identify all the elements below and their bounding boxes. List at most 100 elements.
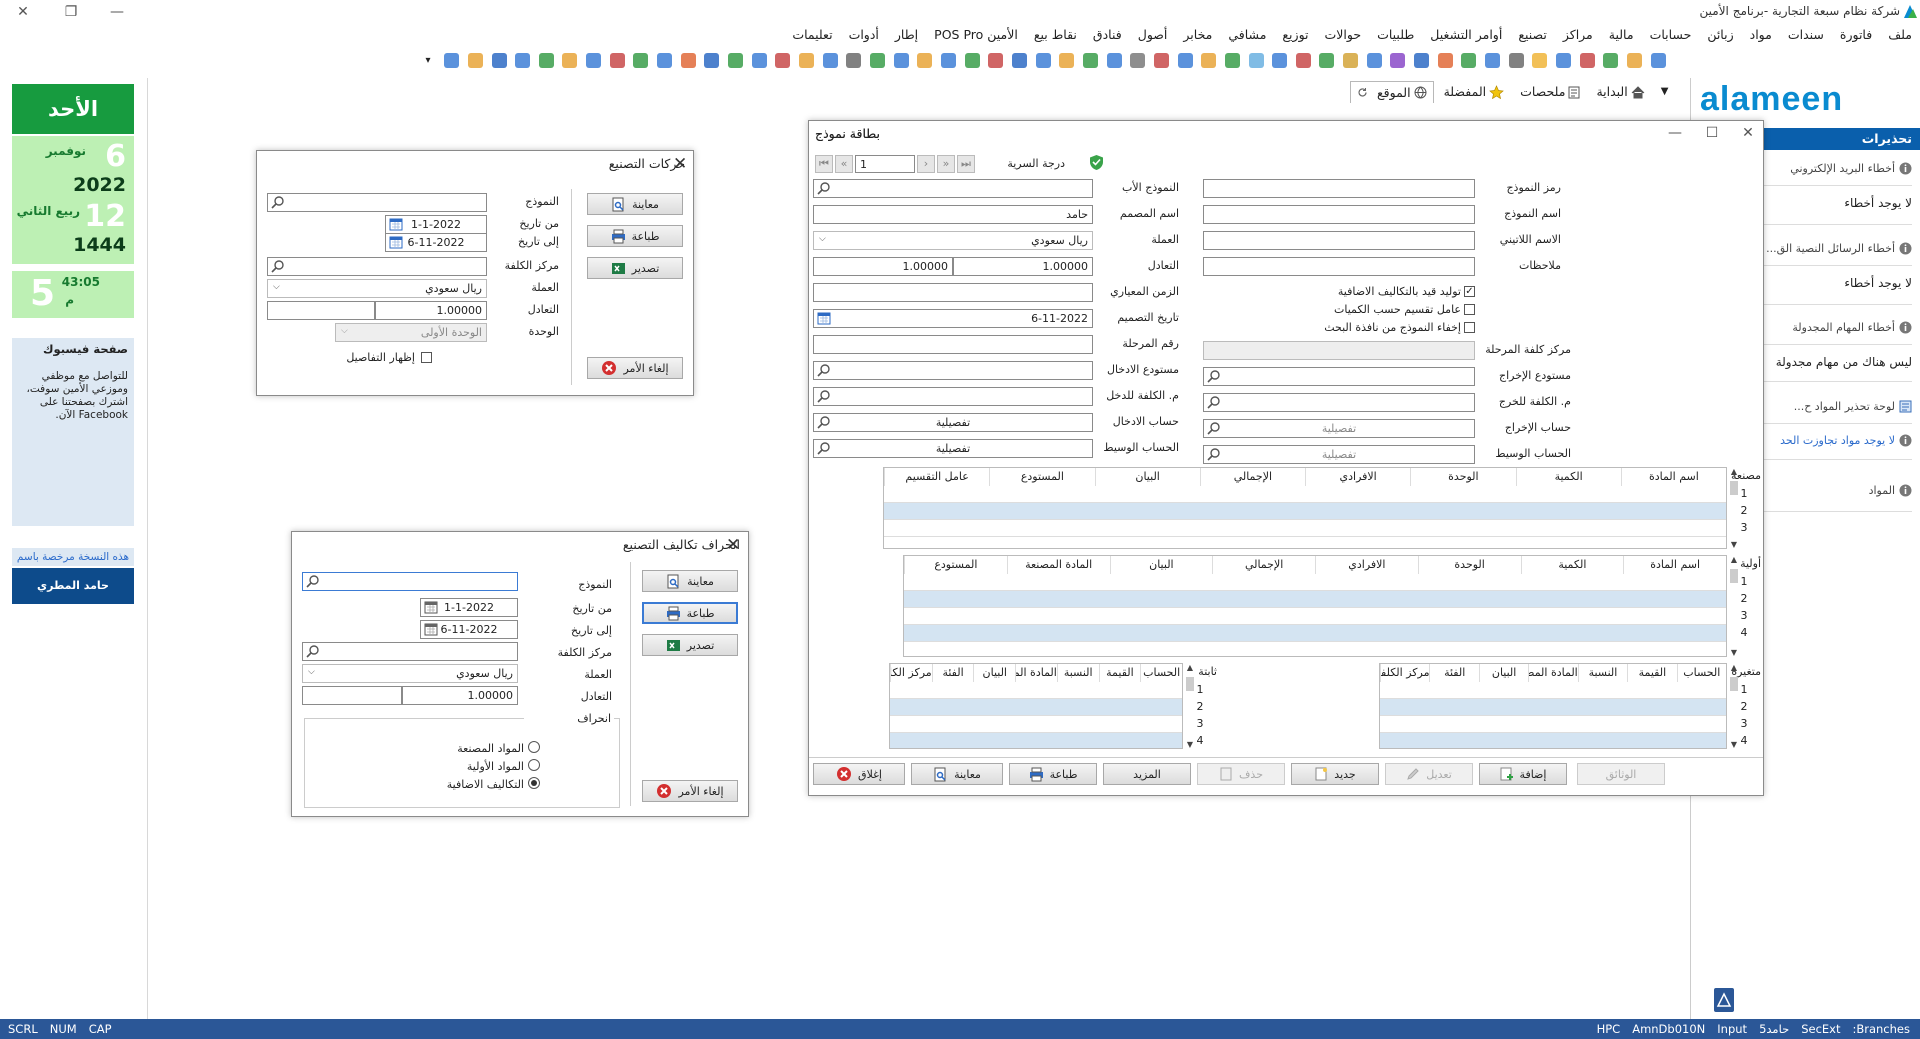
chk1-checkbox[interactable]: ✓ [1464, 286, 1475, 297]
close-app-icon[interactable]: ✕ [12, 2, 34, 22]
model-input[interactable] [302, 572, 518, 591]
grid-column-header[interactable]: الفئة [1429, 664, 1478, 682]
search-icon[interactable] [817, 415, 831, 429]
close-icon[interactable]: ✕ [1737, 123, 1759, 143]
grid-column-header[interactable]: الافرادي [1315, 556, 1418, 574]
next-record-icon[interactable]: › [917, 155, 935, 173]
menu-item[interactable]: أدوات [841, 24, 887, 46]
search-icon[interactable] [1207, 447, 1221, 461]
grid-column-header[interactable]: الوحدة [1417, 556, 1521, 574]
toolbar-button[interactable] [560, 50, 580, 70]
opt-extra-radio[interactable] [528, 777, 540, 789]
table-row[interactable] [904, 574, 1726, 591]
search-icon[interactable] [1207, 395, 1221, 409]
preview-button[interactable]: معاينة [911, 763, 1003, 785]
print-button[interactable]: طباعة [587, 225, 683, 247]
toolbar-button[interactable] [1506, 50, 1526, 70]
table-row[interactable] [1380, 699, 1726, 716]
tab-notes[interactable]: ملحصات [1514, 81, 1586, 103]
search-icon[interactable] [817, 441, 831, 455]
menu-item[interactable]: مالية [1601, 24, 1642, 46]
rate-input-secondary[interactable]: 1.00000 [813, 257, 953, 276]
grid-column-header[interactable]: الحساب [1140, 664, 1182, 682]
facebook-box[interactable]: صفحة فيسبوك للتواصل مع موظفي وموزعي الأم… [12, 338, 134, 526]
rate-input-secondary[interactable] [267, 301, 375, 320]
toolbar-button[interactable] [1388, 50, 1408, 70]
toolbar-button[interactable] [1577, 50, 1597, 70]
panel-collapse-button[interactable] [1714, 988, 1734, 1012]
grid-column-header[interactable]: البيان [1478, 664, 1528, 682]
toolbar-button[interactable] [1364, 50, 1384, 70]
grid-column-header[interactable]: المستودع [904, 556, 1007, 574]
menu-item[interactable]: طلبيات [1369, 24, 1422, 46]
notes-input[interactable] [1203, 257, 1475, 276]
toolbar-button[interactable] [1270, 50, 1290, 70]
currency-select[interactable]: ريال سعودي [267, 279, 487, 298]
table-row[interactable] [890, 733, 1182, 748]
print-button[interactable]: طباعة [1009, 763, 1097, 785]
toolbar-button[interactable] [1435, 50, 1455, 70]
calendar-icon[interactable] [389, 235, 403, 249]
grid-column-header[interactable]: الوحدة [1410, 468, 1515, 486]
tab-refresh-icon[interactable] [1357, 87, 1368, 98]
next-page-icon[interactable]: » [937, 155, 955, 173]
search-icon[interactable] [271, 195, 285, 209]
mid-acc-right-input[interactable]: تفصيلية [1203, 445, 1475, 464]
scrollbar[interactable]: ▲ ▼ [1729, 555, 1739, 657]
table-row[interactable] [890, 699, 1182, 716]
preview-button[interactable]: معاينة [587, 193, 683, 215]
menu-item[interactable]: زبائن [1699, 24, 1741, 46]
grid-column-header[interactable]: النسبة [1056, 664, 1099, 682]
menu-item[interactable]: إطار [887, 24, 926, 46]
grid-column-header[interactable]: البيان [1094, 468, 1200, 486]
export-button[interactable]: تصدير [642, 634, 738, 656]
toolbar-button[interactable] [607, 50, 627, 70]
search-icon[interactable] [817, 363, 831, 377]
menu-item[interactable]: أوامر التشغيل [1422, 24, 1510, 46]
grid-table[interactable]: الحسابالقيمةالنسبةالمادة المصنعةالبيانال… [1379, 663, 1727, 749]
grid-column-header[interactable]: البيان [1109, 556, 1213, 574]
grid-column-header[interactable]: الكمية [1520, 556, 1624, 574]
cancel-button[interactable]: إلغاء الأمر [642, 780, 738, 802]
search-icon[interactable] [1207, 369, 1221, 383]
out-cc-input[interactable] [1203, 393, 1475, 412]
toolbar-button[interactable] [891, 50, 911, 70]
search-icon[interactable] [306, 574, 320, 588]
grid-column-header[interactable]: النسبة [1577, 664, 1627, 682]
opt-raw-radio[interactable] [528, 759, 540, 771]
grid-column-header[interactable]: المادة المصنعة [1015, 664, 1057, 682]
mid-acc-left-input[interactable]: تفصيلية [813, 439, 1093, 458]
page-input[interactable]: 1 [855, 155, 915, 173]
toolbar-button[interactable] [939, 50, 959, 70]
add-button[interactable]: إضافة [1479, 763, 1567, 785]
grid-column-header[interactable]: الإجمالي [1212, 556, 1315, 574]
toolbar-button[interactable] [1341, 50, 1361, 70]
toolbar-button[interactable] [915, 50, 935, 70]
grid-table[interactable]: اسم المادة الكمية الوحدة الافرادي الإجمالي ال… [883, 467, 1727, 549]
tab-home[interactable]: البداية [1590, 81, 1650, 103]
search-icon[interactable] [1207, 421, 1221, 435]
table-row[interactable] [904, 608, 1726, 625]
toolbar-button[interactable] [1223, 50, 1243, 70]
grid-column-header[interactable]: عامل التقسيم [884, 468, 989, 486]
cost-center-input[interactable] [267, 257, 487, 276]
tab-site[interactable]: الموقع [1350, 81, 1434, 103]
grid-column-header[interactable]: الحساب [1676, 664, 1726, 682]
table-row[interactable] [904, 625, 1726, 642]
menu-item[interactable]: حوالات [1317, 24, 1370, 46]
stage-cc-input[interactable] [1203, 341, 1475, 360]
toolbar-button[interactable] [584, 50, 604, 70]
toolbar-button[interactable] [1152, 50, 1172, 70]
rate-input[interactable]: 1.00000 [375, 301, 487, 320]
menu-item[interactable]: مشافي [1220, 24, 1274, 46]
toolbar-button[interactable] [868, 50, 888, 70]
menu-item[interactable]: تصنيع [1510, 24, 1555, 46]
toolbar-button[interactable] [466, 50, 486, 70]
toolbar-button[interactable] [537, 50, 557, 70]
search-icon[interactable] [817, 389, 831, 403]
toolbar-button[interactable] [749, 50, 769, 70]
new-button[interactable]: جديد [1291, 763, 1379, 785]
menu-item[interactable]: توزيع [1274, 24, 1316, 46]
toolbar-button[interactable] [489, 50, 509, 70]
table-row[interactable] [884, 503, 1726, 520]
